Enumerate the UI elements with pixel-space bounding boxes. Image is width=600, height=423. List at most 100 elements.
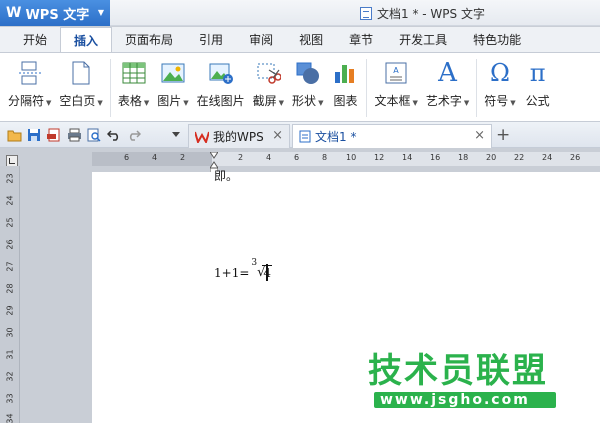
ruler-tick: 25: [5, 217, 15, 228]
open-folder-icon[interactable]: [6, 127, 22, 143]
ruler-tick: 4: [152, 153, 158, 162]
omega-icon: Ω: [486, 59, 514, 87]
textbox-button[interactable]: A 文本框 ▼: [370, 53, 421, 109]
picture-button[interactable]: 图片 ▼: [153, 53, 192, 109]
close-icon[interactable]: ×: [272, 128, 283, 143]
online-picture-icon: [207, 59, 235, 87]
table-label: 表格: [117, 94, 142, 108]
ruler-tick: 8: [322, 153, 328, 162]
ruler-tick: 27: [5, 261, 15, 272]
menu-tabs: 开始 插入 页面布局 引用 审阅 视图 章节 开发工具 特色功能: [0, 27, 600, 52]
online-picture-button[interactable]: 在线图片: [193, 53, 249, 109]
pi-icon: π: [524, 59, 552, 87]
root-index: 3: [251, 258, 258, 268]
ruler-tick: 26: [570, 153, 581, 162]
tab-document1[interactable]: 文档1 * ×: [292, 124, 492, 148]
tab-review[interactable]: 审阅: [236, 27, 286, 52]
page-break-button[interactable]: 分隔符 ▼: [4, 53, 55, 109]
ruler-tick: 33: [5, 393, 15, 404]
app-menu-button[interactable]: W WPS 文字 ▼: [0, 0, 110, 26]
blank-page-label: 空白页: [59, 94, 96, 108]
symbol-label: 符号: [484, 94, 509, 108]
tab-references[interactable]: 引用: [186, 27, 236, 52]
ruler-tick: 14: [402, 153, 413, 162]
app-name: WPS 文字: [25, 7, 90, 23]
formula-glyph: π: [529, 59, 546, 87]
table-icon: [120, 59, 148, 87]
ruler-tick: 29: [5, 305, 15, 316]
page-break-label: 分隔符: [8, 94, 45, 108]
tab-my-wps-label: 我的WPS: [213, 130, 264, 144]
svg-text:A: A: [393, 66, 399, 75]
watermark-url: www.jsgho.com: [374, 392, 556, 408]
wps-logo-icon: W: [6, 5, 22, 21]
picture-label: 图片: [157, 94, 182, 108]
tab-developer[interactable]: 开发工具: [386, 27, 460, 52]
tab-special-features[interactable]: 特色功能: [460, 27, 534, 52]
picture-icon: [159, 59, 187, 87]
print-preview-icon[interactable]: [86, 127, 102, 143]
screenshot-button[interactable]: 截屏 ▼: [249, 53, 288, 109]
redo-icon[interactable]: [126, 127, 142, 143]
tab-insert[interactable]: 插入: [60, 27, 113, 52]
symbol-button[interactable]: Ω 符号 ▼: [480, 53, 519, 109]
tab-home[interactable]: 开始: [10, 27, 60, 52]
blank-page-button[interactable]: 空白页 ▼: [55, 53, 106, 109]
window-title-text: 文档1 * - WPS 文字: [377, 7, 485, 21]
ruler-tick: 24: [5, 195, 15, 206]
new-tab-button[interactable]: +: [496, 125, 510, 145]
tab-view[interactable]: 视图: [286, 27, 336, 52]
close-icon[interactable]: ×: [474, 128, 485, 143]
ruler-tick: 20: [486, 153, 497, 162]
tab-page-layout[interactable]: 页面布局: [112, 27, 186, 52]
shape-icon: [294, 59, 322, 87]
equation[interactable]: 1+1= 3 √ 4: [214, 258, 273, 280]
tab-my-wps[interactable]: 我的WPS ×: [188, 124, 290, 148]
chart-label: 图表: [333, 94, 358, 108]
formula-button[interactable]: π 公式: [520, 53, 556, 109]
blank-page-icon: [67, 59, 95, 87]
wordart-glyph: A: [438, 58, 457, 88]
online-picture-label: 在线图片: [196, 94, 245, 108]
ruler-tick: 24: [542, 153, 553, 162]
ruler-tick: 6: [124, 153, 130, 162]
pdf-export-icon[interactable]: [46, 127, 62, 143]
document-icon: [360, 7, 372, 20]
ruler-tick: 30: [5, 327, 15, 338]
horizontal-ruler[interactable]: 6 4 2 2 4 6 8 10 12 14 16 18 20 22 24 26: [92, 152, 600, 166]
ruler-tick: 32: [5, 371, 15, 382]
formula-label: 公式: [525, 94, 550, 108]
print-icon[interactable]: [66, 127, 82, 143]
ribbon-divider: [476, 59, 478, 117]
screenshot-label: 截屏: [252, 94, 277, 108]
ribbon-divider: [109, 59, 111, 117]
save-icon[interactable]: [26, 127, 42, 143]
chevron-down-icon[interactable]: [168, 127, 184, 143]
shape-button[interactable]: 形状 ▼: [288, 53, 327, 109]
previous-line-text: 即。: [214, 169, 239, 183]
ruler-tick: 22: [514, 153, 525, 162]
ruler-tick: 26: [5, 239, 15, 250]
symbol-glyph: Ω: [490, 59, 510, 87]
vertical-ruler[interactable]: 23 24 25 26 27 28 29 30 31 32 33 34: [0, 166, 20, 423]
ribbon-divider: [366, 59, 368, 117]
ruler-tick: 16: [430, 153, 441, 162]
wordart-icon: A: [434, 58, 462, 88]
title-bar: W WPS 文字 ▼ 文档1 * - WPS 文字: [0, 0, 600, 26]
ruler-tick: 12: [374, 153, 385, 162]
wordart-button[interactable]: A 艺术字 ▼: [422, 53, 473, 109]
equation-lhs: 1+1=: [214, 266, 250, 280]
table-button[interactable]: 表格 ▼: [114, 53, 153, 109]
ruler-tick: 4: [266, 153, 272, 162]
undo-icon[interactable]: [106, 127, 122, 143]
text-cursor: [266, 264, 268, 281]
scissors-icon: [254, 59, 282, 87]
tab-sections[interactable]: 章节: [336, 27, 386, 52]
page-break-icon: [16, 59, 44, 87]
chart-button[interactable]: 图表: [327, 53, 363, 109]
ruler-tick: 34: [5, 413, 15, 423]
wps-logo-icon: [195, 131, 209, 143]
document-icon: [299, 130, 311, 143]
quick-access-toolbar: 我的WPS × 文档1 * × +: [0, 122, 600, 148]
bar-chart-icon: [331, 59, 359, 87]
